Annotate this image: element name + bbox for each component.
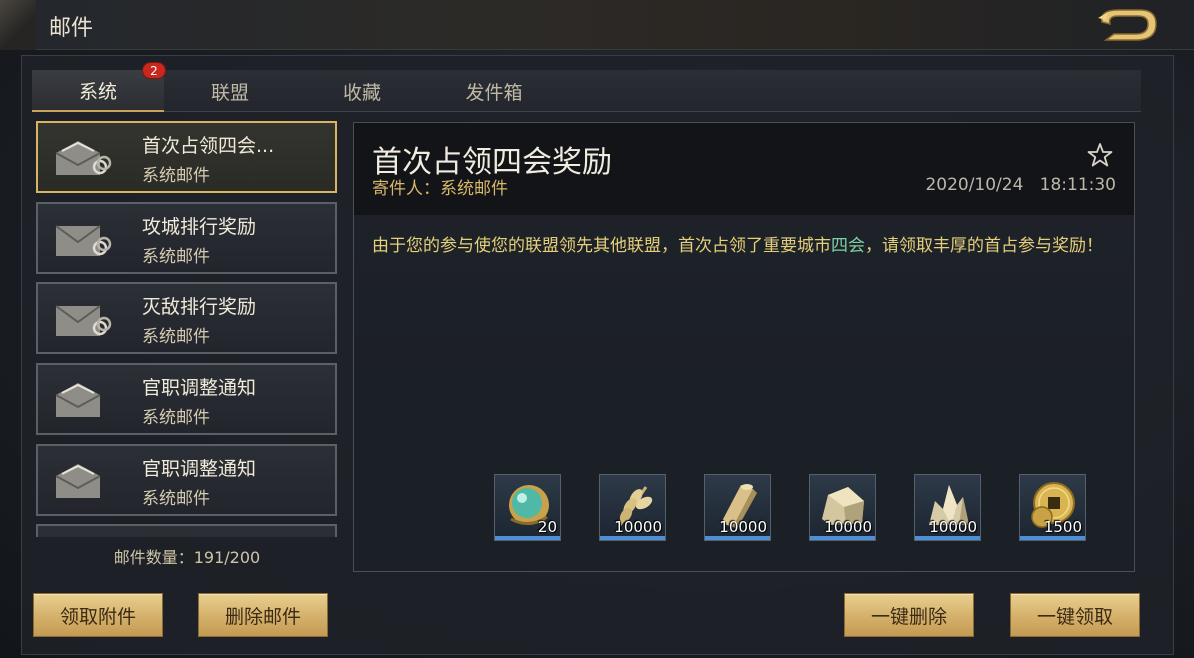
tab-outbox-label: 发件箱 (465, 81, 523, 104)
tab-system-label: 系统 (78, 80, 117, 103)
reward-item[interactable]: 10000 (914, 474, 981, 541)
star-icon[interactable] (1086, 141, 1114, 169)
reward-quantity: 10000 (719, 518, 767, 536)
reward-quantity: 1500 (1043, 518, 1082, 536)
corner-ornament (0, 0, 36, 50)
delete-all-button[interactable]: 一键删除 (844, 593, 974, 637)
tab-outbox[interactable]: 发件箱 (428, 70, 560, 112)
city-name-highlight: 四会 (831, 236, 865, 256)
tab-system[interactable]: 系统 2 (32, 62, 166, 112)
mail-count: 邮件数量：191/200 (113, 548, 261, 567)
mail-subject: 首次占领四会... (142, 135, 275, 157)
mail-sender: 系统邮件 (142, 327, 210, 347)
mail-list[interactable]: 首次占领四会... 系统邮件 攻城排行奖励 系统邮件 灭敌排行奖励 系统邮件 官… (36, 121, 338, 537)
tab-favorites-label: 收藏 (342, 81, 381, 104)
mail-sender: 系统邮件 (142, 489, 210, 509)
mail-detail-header: 首次占领四会奖励 寄件人：系统邮件 2020/10/24 18:11:30 (354, 123, 1134, 215)
mail-date: 2020/10/24 (925, 175, 1024, 195)
tab-alliance[interactable]: 联盟 (164, 70, 296, 112)
mail-item[interactable]: 首次占领四会... 系统邮件 (36, 121, 337, 193)
reward-item[interactable]: 20 (494, 474, 561, 541)
mail-body-text: 由于您的参与使您的联盟领先其他联盟，首次占领了重要城市 (372, 236, 831, 256)
envelope-attachment-icon (55, 225, 112, 256)
open-envelope-icon (55, 464, 101, 498)
mail-subject: 官职调整通知 (142, 458, 257, 480)
mail-subject: 攻城排行奖励 (142, 216, 257, 238)
back-icon[interactable] (1094, 4, 1160, 46)
mail-sender: 系统邮件 (142, 166, 210, 186)
mail-item[interactable]: 灭敌排行奖励 系统邮件 (36, 282, 337, 354)
mail-sender: 系统邮件 (142, 247, 210, 267)
mail-item[interactable]: 官职调整通知 系统邮件 (36, 363, 337, 435)
reward-quantity: 10000 (824, 518, 872, 536)
reward-item[interactable]: 1500 (1019, 474, 1086, 541)
mail-time: 18:11:30 (1039, 175, 1116, 195)
mail-item[interactable]: 攻城排行奖励 系统邮件 (36, 202, 337, 274)
reward-quantity: 20 (537, 518, 557, 536)
reward-quantity: 10000 (929, 518, 977, 536)
delete-mail-button[interactable]: 删除邮件 (198, 593, 328, 637)
mail-subject: 官职调整通知 (142, 377, 257, 399)
mail-body: 由于您的参与使您的联盟领先其他联盟，首次占领了重要城市四会，请领取丰厚的首占参与… (372, 231, 1122, 262)
reward-item[interactable]: 10000 (704, 474, 771, 541)
claim-all-button[interactable]: 一键领取 (1010, 593, 1140, 637)
mail-detail-sender: 寄件人：系统邮件 (372, 179, 508, 199)
reward-item[interactable]: 10000 (809, 474, 876, 541)
mail-item-partial[interactable] (36, 524, 337, 537)
claim-attachment-button[interactable]: 领取附件 (33, 593, 163, 637)
open-envelope-icon (55, 383, 101, 417)
mail-detail-datetime: 2020/10/24 18:11:30 (925, 175, 1116, 195)
mail-sender: 系统邮件 (142, 408, 210, 428)
tab-alliance-label: 联盟 (210, 81, 249, 104)
unread-badge: 2 (142, 62, 166, 79)
reward-item[interactable]: 10000 (599, 474, 666, 541)
reward-list: 20 10000 10000 10000 10000 1500 (494, 474, 1094, 544)
reward-quantity: 10000 (614, 518, 662, 536)
top-bar: 邮件 (0, 0, 1194, 50)
mail-item[interactable]: 官职调整通知 系统邮件 (36, 444, 337, 516)
envelope-attachment-icon (55, 305, 112, 336)
tab-favorites[interactable]: 收藏 (296, 70, 428, 112)
open-envelope-attachment-icon (55, 141, 112, 175)
mail-body-text-end: ，请领取丰厚的首占参与奖励！ (865, 236, 1103, 256)
mail-subject: 灭敌排行奖励 (142, 296, 257, 318)
mail-tabs: 系统 2 联盟 收藏 发件箱 (32, 62, 1141, 112)
page-title: 邮件 (49, 16, 94, 41)
mail-detail: 首次占领四会奖励 寄件人：系统邮件 2020/10/24 18:11:30 由于… (353, 122, 1135, 572)
